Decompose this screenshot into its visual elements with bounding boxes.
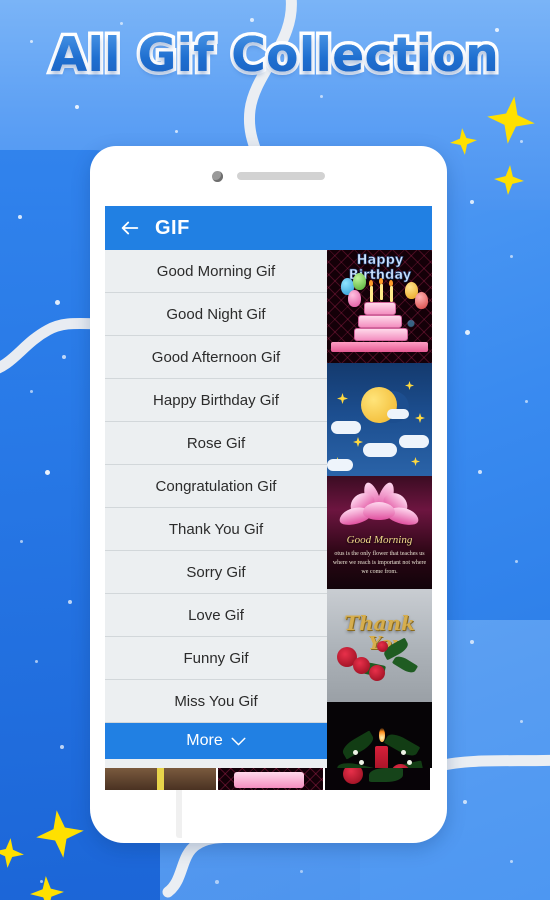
list-item-label: Thank You Gif — [168, 520, 264, 538]
list-item[interactable]: Love Gif — [105, 594, 327, 637]
screen-content: Good Morning Gif Good Night Gif Good Aft… — [105, 250, 432, 768]
speaker-grille-icon — [237, 172, 325, 180]
list-item[interactable]: Good Afternoon Gif — [105, 336, 327, 379]
thumb-partial-3[interactable] — [325, 768, 430, 790]
list-item-label: Sorry Gif — [186, 563, 246, 581]
thumbnail-bottom-strip — [105, 768, 432, 790]
list-item-label: Rose Gif — [186, 434, 246, 452]
list-item[interactable]: Thank You Gif — [105, 508, 327, 551]
cake-ribbon — [331, 342, 428, 352]
chevron-down-icon — [231, 737, 246, 745]
thumbnail-good-morning[interactable]: Good Morning otus is the only flower tha… — [327, 476, 432, 589]
thumbnail-happy-birthday[interactable]: Happy Birthday — [327, 250, 432, 363]
thumbnail-candle-roses[interactable] — [327, 702, 432, 768]
list-item-label: Good Night Gif — [166, 305, 266, 323]
thumbnail-good-night[interactable] — [327, 363, 432, 476]
camera-icon — [212, 170, 223, 182]
list-item-label: Good Afternoon Gif — [151, 348, 281, 366]
thumbnail-quote: otus is the only flower that teaches us … — [332, 551, 427, 575]
cloud-icon — [363, 443, 397, 457]
cloud-icon — [331, 421, 361, 434]
phone-mockup: GIF Good Morning Gif Good Night Gif Good… — [90, 146, 447, 843]
list-item[interactable]: Sorry Gif — [105, 551, 327, 594]
phone-side-button-low — [176, 786, 182, 838]
thumbnail-caption: Good Morning — [346, 534, 413, 546]
thumbnail-caption: Thank — [344, 611, 415, 635]
list-item[interactable]: Funny Gif — [105, 637, 327, 680]
thumb-partial-2[interactable] — [218, 768, 323, 790]
back-arrow-icon[interactable] — [119, 217, 141, 239]
cake-graphic — [353, 278, 408, 341]
cloud-icon — [327, 459, 353, 471]
list-item[interactable]: Congratulation Gif — [105, 465, 327, 508]
phone-screen: GIF Good Morning Gif Good Night Gif Good… — [105, 206, 432, 768]
list-item-label: Funny Gif — [183, 649, 249, 667]
gif-category-list: Good Morning Gif Good Night Gif Good Aft… — [105, 250, 327, 768]
thumb-partial-1[interactable] — [105, 768, 216, 790]
list-item[interactable]: Good Night Gif — [105, 293, 327, 336]
list-item-label: Congratulation Gif — [155, 477, 277, 495]
app-bar: GIF — [105, 206, 432, 250]
list-item[interactable]: Rose Gif — [105, 422, 327, 465]
list-item-label: Love Gif — [188, 606, 244, 624]
list-item[interactable]: Happy Birthday Gif — [105, 379, 327, 422]
more-button[interactable]: More — [105, 723, 327, 759]
list-item-label: Miss You Gif — [174, 692, 258, 710]
list-item[interactable]: Good Morning Gif — [105, 250, 327, 293]
gif-thumbnail-column: Happy Birthday Good Morning otus is the … — [327, 250, 432, 768]
list-item-label: Happy Birthday Gif — [153, 391, 279, 409]
page-title: All Gif Collection — [0, 28, 550, 83]
flame-icon — [379, 728, 385, 742]
cloud-icon — [387, 409, 409, 419]
list-item[interactable]: Miss You Gif — [105, 680, 327, 723]
screenshot-stage: All Gif Collection All Gif Collection GI… — [0, 0, 550, 900]
cloud-icon — [399, 435, 429, 448]
list-item-label: Good Morning Gif — [156, 262, 276, 280]
thumbnail-thank-you[interactable]: Thank You — [327, 589, 432, 702]
phone-top-bezel — [90, 146, 447, 206]
more-button-label: More — [186, 732, 223, 749]
app-bar-title: GIF — [155, 216, 190, 239]
candle-icon — [375, 746, 388, 768]
